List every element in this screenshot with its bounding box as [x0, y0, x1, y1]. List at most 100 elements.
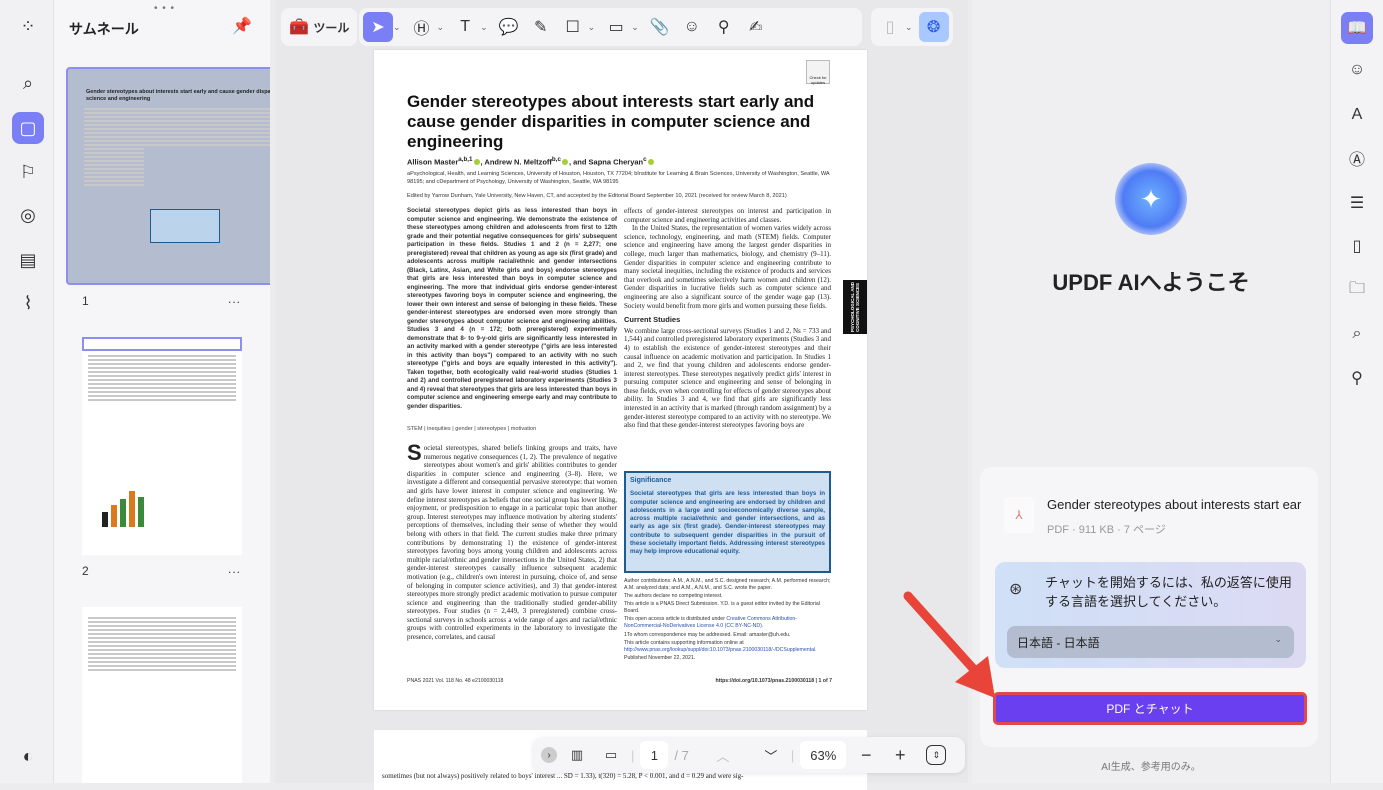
- paper-keywords: STEM | inequities | gender | stereotypes…: [407, 426, 537, 432]
- next-page-icon[interactable]: ﹀: [757, 741, 785, 769]
- attachment-tool-icon[interactable]: 📎: [645, 12, 675, 42]
- page-icon[interactable]: ▢: [12, 112, 44, 144]
- paper-title: Gender stereotypes about interests start…: [407, 92, 815, 151]
- tools-button[interactable]: 🧰 ツール: [285, 12, 353, 42]
- ai-chat-icon: ⊛: [1009, 581, 1023, 598]
- file-meta: PDF · 911 KB · 7 ページ: [1047, 524, 1166, 536]
- book-icon[interactable]: ▯: [1341, 230, 1373, 262]
- bookmark-icon[interactable]: ⚐: [12, 156, 44, 188]
- thumbnail-page-3[interactable]: [82, 607, 242, 783]
- expand-icon[interactable]: ›: [541, 747, 557, 763]
- chevron-down-icon[interactable]: ⌄: [393, 22, 401, 33]
- fit-page-icon[interactable]: ⇕: [926, 745, 947, 765]
- sticker-tool-icon[interactable]: ☺: [677, 12, 707, 42]
- comment-tool-icon[interactable]: 💬: [494, 12, 524, 42]
- page-footer-left: PNAS 2021 Vol. 118 No. 48 e2100030118: [407, 678, 504, 684]
- ai-panel: ✦ UPDF AIへようこそ ⅄ Gender stereotypes abou…: [972, 0, 1330, 783]
- tools-group: 🧰 ツール: [281, 8, 358, 46]
- chevron-down-icon: ⌄: [1274, 634, 1282, 644]
- presentation-icon[interactable]: ▭: [597, 741, 625, 769]
- translate-page-icon[interactable]: Ⓐ: [1341, 142, 1373, 174]
- paperclip-icon[interactable]: ⌇: [12, 287, 44, 319]
- pdf-file-icon: ⅄: [1004, 497, 1034, 533]
- section-heading: Current Studies: [624, 315, 681, 325]
- thumbnail-page-number: 1: [82, 294, 89, 308]
- ai-assistant-icon[interactable]: ❂: [918, 12, 949, 42]
- chevron-down-icon[interactable]: ⌄: [588, 22, 596, 33]
- file-icon[interactable]: ▤: [12, 244, 44, 276]
- current-page-input[interactable]: 1: [640, 741, 669, 769]
- thumbnail-page-2[interactable]: [82, 337, 242, 555]
- stamp-tool-icon[interactable]: ⚲: [709, 12, 739, 42]
- theme-icon[interactable]: ◐: [12, 740, 44, 772]
- pencil-tool-icon[interactable]: ✎: [526, 12, 556, 42]
- thumbnail-more-button[interactable]: ...: [228, 562, 241, 576]
- search-icon[interactable]: ⌕: [12, 67, 44, 99]
- ai-disclaimer: AI生成、参考用のみ。: [1101, 762, 1201, 773]
- thumbnail-page-number: 2: [82, 564, 89, 578]
- file-name: Gender stereotypes about interests start…: [1047, 497, 1302, 512]
- folder-ai-icon[interactable]: 🗀: [1341, 274, 1373, 306]
- chevron-down-icon[interactable]: ⌄: [631, 22, 639, 33]
- measure-tool-icon[interactable]: ▭: [601, 12, 631, 42]
- total-pages: / 7: [674, 747, 689, 763]
- thumbnail-title-text: Gender stereotypes about interests start…: [86, 89, 270, 102]
- zoom-level[interactable]: 63%: [800, 741, 847, 769]
- telescope-icon[interactable]: ⚲: [1341, 362, 1373, 394]
- zoom-in-icon[interactable]: +: [886, 741, 914, 769]
- shape-tool-icon[interactable]: ☐: [558, 12, 588, 42]
- chat-start-card: ⅄ Gender stereotypes about interests sta…: [980, 467, 1318, 747]
- select-tool-icon[interactable]: ➤: [363, 12, 393, 42]
- orcid-icon: [561, 158, 568, 165]
- paper-abstract: Societal stereotypes depict girls as les…: [407, 207, 617, 410]
- updf-ai-logo-icon: ✦: [1115, 163, 1187, 235]
- chevron-down-icon[interactable]: ⌄: [437, 22, 445, 33]
- language-select[interactable]: 日本語 - 日本語 ⌄: [1007, 626, 1294, 658]
- document-area: 🧰 ツール ➤ ⌄ Ⓗ ⌄ T ⌄ 💬 ✎ ☐ ⌄ ▭ ⌄ 📎 ☺ ⚲ ✍ ▯ ⌄ ❂ Ch…: [275, 0, 968, 790]
- paper-column-2: effects of gender-interest stereotypes o…: [624, 207, 831, 430]
- signature-tool-icon[interactable]: ✍: [741, 12, 771, 42]
- chat-with-pdf-button[interactable]: PDF とチャット: [993, 692, 1307, 725]
- paper-affiliations: aPsychological, Health, and Learning Sci…: [407, 171, 830, 185]
- chevron-down-icon[interactable]: ⌄: [905, 22, 913, 33]
- translate-icon[interactable]: A: [1341, 99, 1373, 131]
- page-footer-right: https://doi.org/10.1073/pnas.2100030118 …: [715, 678, 833, 684]
- thumbnail-title: サムネール: [69, 21, 139, 37]
- ai-reader-icon[interactable]: 📖: [1341, 12, 1373, 44]
- extra-toolbar: ▯ ⌄ ❂: [871, 8, 953, 46]
- summarize-icon[interactable]: ☰: [1341, 187, 1373, 219]
- left-rail: ⁘ ⌕ ▢ ⚐ ◎ ▤ ⌇ ◐: [0, 0, 54, 783]
- previous-page-icon[interactable]: ︿: [709, 741, 737, 769]
- drag-handle[interactable]: • • •: [154, 3, 175, 14]
- comment-icon[interactable]: ◎: [12, 199, 44, 231]
- thumbnail-more-button[interactable]: ...: [228, 292, 241, 306]
- supplement-link[interactable]: http://www.pnas.org/lookup/suppl/doi:10.…: [624, 647, 817, 653]
- ai-chat-icon[interactable]: ☺: [1341, 54, 1373, 86]
- orcid-icon: [647, 158, 654, 165]
- grid-icon[interactable]: ⁘: [12, 10, 44, 42]
- ai-search-icon[interactable]: ⌕: [1341, 318, 1373, 350]
- pin-icon[interactable]: 📌: [232, 16, 252, 36]
- toolbox-icon: 🧰: [289, 19, 309, 36]
- ai-welcome-title: UPDF AIへようこそ: [1052, 270, 1250, 295]
- language-prompt: チャットを開始するには、私の返答に使用する言語を選択してください。: [1045, 575, 1292, 609]
- save-icon[interactable]: ▯: [875, 12, 905, 42]
- page-layout-icon[interactable]: ▥: [563, 741, 591, 769]
- paper-authors: Allison Mastera,b,1, Andrew N. Meltzoffb…: [407, 156, 655, 167]
- orcid-icon: [473, 158, 480, 165]
- highlight-tool-icon[interactable]: Ⓗ: [407, 12, 437, 42]
- significance-box: Significance Societal stereotypes that gi…: [624, 471, 831, 573]
- zoom-out-icon[interactable]: −: [852, 741, 880, 769]
- page-navigation-bar: › ▥ ▭ | 1 / 7 ︿ ﹀ | 63% − + ⇕: [533, 737, 965, 773]
- crossmark-badge[interactable]: Check for updates: [806, 60, 830, 85]
- annotation-toolbar: ➤ ⌄ Ⓗ ⌄ T ⌄ 💬 ✎ ☐ ⌄ ▭ ⌄ 📎 ☺ ⚲ ✍: [359, 8, 862, 46]
- text-tool-icon[interactable]: T: [450, 12, 480, 42]
- paper-introduction: Societal stereotypes, shared beliefs lin…: [407, 440, 617, 642]
- page-2-text: sometimes (but not always) positively re…: [382, 772, 744, 780]
- paper-editor-note: Edited by Yarrow Dunham, Yale University…: [407, 193, 787, 199]
- thumbnail-page-1[interactable]: Gender stereotypes about interests start…: [66, 67, 270, 285]
- subject-tag: PSYCHOLOGICAL AND COGNITIVE SCIENCES: [843, 280, 867, 334]
- chevron-down-icon[interactable]: ⌄: [480, 22, 488, 33]
- thumbnail-panel: • • • サムネール 📌 Gender stereotypes about i…: [54, 0, 270, 783]
- language-selection-box: ⊛ チャットを開始するには、私の返答に使用する言語を選択してください。 日本語 …: [995, 562, 1306, 668]
